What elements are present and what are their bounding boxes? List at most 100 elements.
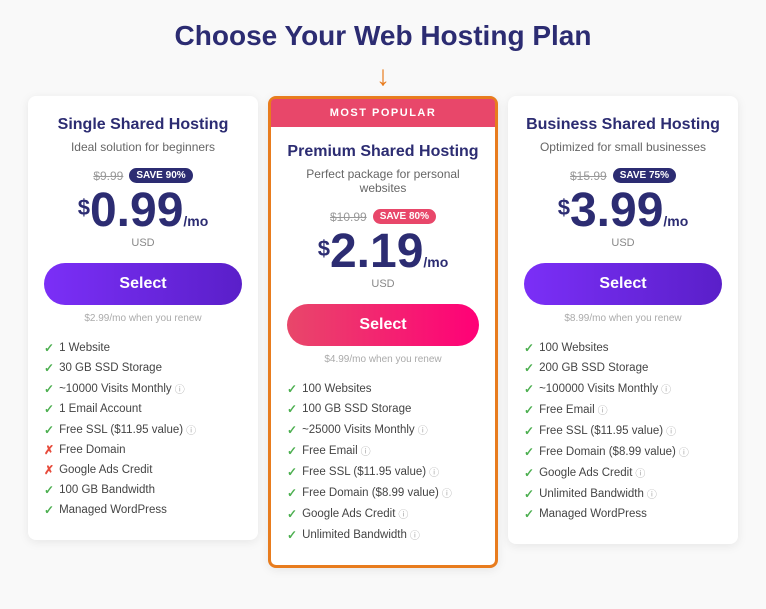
feature-item: ✓1 Website [44, 338, 242, 358]
plan-desc: Ideal solution for beginners [44, 140, 242, 154]
check-icon: ✓ [44, 503, 54, 517]
pricing-row: $15.99 SAVE 75% [524, 168, 722, 183]
feature-item: ✓100 GB SSD Storage [287, 399, 479, 419]
info-icon[interactable]: ⓘ [175, 381, 185, 396]
feature-item: ✓ Free Email ⓘ [524, 399, 722, 420]
plan-desc: Perfect package for personal websites [287, 167, 479, 195]
feature-text: ~10000 Visits Monthly ⓘ [59, 381, 185, 396]
feature-item: ✓ Google Ads Credit ⓘ [287, 503, 479, 524]
feature-item: ✓ Managed WordPress [44, 500, 242, 520]
feature-item: ✓Free SSL ($11.95 value) ⓘ [524, 420, 722, 441]
feature-item: ✓Unlimited Bandwidth ⓘ [287, 524, 479, 545]
arrow-down-icon: ↓ [376, 62, 390, 90]
feature-item: ✓100 GB Bandwidth [44, 480, 242, 500]
info-icon[interactable]: ⓘ [429, 464, 439, 479]
feature-text: 100 GB SSD Storage [302, 403, 411, 415]
features-list: ✓100 Websites✓100 GB SSD Storage✓~25000 … [287, 379, 479, 545]
info-icon[interactable]: ⓘ [398, 506, 408, 521]
check-icon: ✓ [524, 382, 534, 396]
save-badge: SAVE 75% [613, 168, 676, 183]
feature-text: ~100000 Visits Monthly ⓘ [539, 381, 671, 396]
feature-text: ~25000 Visits Monthly ⓘ [302, 422, 428, 437]
feature-item: ✓1 Email Account [44, 399, 242, 419]
check-icon: ✓ [524, 466, 534, 480]
cross-icon: ✗ [44, 443, 54, 457]
price-mo: /mo [663, 213, 688, 229]
check-icon: ✓ [524, 445, 534, 459]
arrow-indicator: ↓ [376, 62, 390, 90]
feature-item: ✓200 GB SSD Storage [524, 358, 722, 378]
info-icon[interactable]: ⓘ [410, 527, 420, 542]
feature-text: 30 GB SSD Storage [59, 362, 162, 374]
check-icon: ✓ [287, 486, 297, 500]
select-button-business[interactable]: Select [524, 263, 722, 305]
price-usd: USD [524, 237, 722, 249]
feature-text: 100 Websites [539, 342, 608, 354]
feature-item: ✓Free Domain ($8.99 value) ⓘ [287, 482, 479, 503]
price-number: 2.19 [330, 228, 423, 276]
select-button-premium[interactable]: Select [287, 304, 479, 346]
info-icon[interactable]: ⓘ [661, 381, 671, 396]
feature-item: ✓Free Email ⓘ [287, 440, 479, 461]
info-icon[interactable]: ⓘ [635, 465, 645, 480]
feature-text: 100 GB Bandwidth [59, 484, 155, 496]
info-icon[interactable]: ⓘ [442, 485, 452, 500]
feature-item: ✓100 Websites [287, 379, 479, 399]
check-icon: ✓ [44, 402, 54, 416]
check-icon: ✓ [287, 528, 297, 542]
info-icon[interactable]: ⓘ [598, 402, 608, 417]
feature-text: 1 Website [59, 342, 110, 354]
check-icon: ✓ [524, 403, 534, 417]
original-price: $9.99 [93, 169, 123, 183]
feature-item: ✓Free SSL ($11.95 value) ⓘ [287, 461, 479, 482]
save-badge: SAVE 80% [373, 209, 436, 224]
price-dollar: $ [78, 195, 90, 221]
price-usd: USD [287, 278, 479, 290]
price-mo: /mo [423, 254, 448, 270]
info-icon[interactable]: ⓘ [361, 443, 371, 458]
check-icon: ✓ [44, 382, 54, 396]
feature-text: Free Domain [59, 444, 125, 456]
page-title: Choose Your Web Hosting Plan [175, 20, 592, 52]
info-icon[interactable]: ⓘ [666, 423, 676, 438]
feature-text: Managed WordPress [59, 504, 167, 516]
plan-name: Premium Shared Hosting [287, 143, 479, 161]
price-main: $ 0.99 /mo [44, 187, 242, 235]
feature-item: ✗ Free Domain [44, 440, 242, 460]
feature-text: Google Ads Credit ⓘ [302, 506, 408, 521]
feature-item: ✓ ~100000 Visits Monthly ⓘ [524, 378, 722, 399]
feature-item: ✓ Free Domain ($8.99 value) ⓘ [524, 441, 722, 462]
feature-text: Free Email ⓘ [302, 443, 371, 458]
info-icon[interactable]: ⓘ [186, 422, 196, 437]
plan-name: Business Shared Hosting [524, 116, 722, 134]
check-icon: ✓ [44, 361, 54, 375]
check-icon: ✓ [287, 423, 297, 437]
check-icon: ✓ [524, 341, 534, 355]
check-icon: ✓ [287, 507, 297, 521]
original-price: $15.99 [570, 169, 607, 183]
info-icon[interactable]: ⓘ [418, 422, 428, 437]
plan-card-single: Single Shared Hosting Ideal solution for… [28, 96, 258, 540]
feature-item: ✓ ~25000 Visits Monthly ⓘ [287, 419, 479, 440]
check-icon: ✓ [44, 423, 54, 437]
info-icon[interactable]: ⓘ [647, 486, 657, 501]
select-button-single[interactable]: Select [44, 263, 242, 305]
feature-text: Free SSL ($11.95 value) ⓘ [302, 464, 439, 479]
price-number: 0.99 [90, 187, 183, 235]
check-icon: ✓ [524, 507, 534, 521]
original-price: $10.99 [330, 210, 367, 224]
feature-text: 200 GB SSD Storage [539, 362, 648, 374]
feature-text: Free Email ⓘ [539, 402, 608, 417]
price-main: $ 3.99 /mo [524, 187, 722, 235]
feature-text: Unlimited Bandwidth ⓘ [539, 486, 657, 501]
check-icon: ✓ [287, 382, 297, 396]
feature-text: Free SSL ($11.95 value) ⓘ [539, 423, 676, 438]
feature-item: ✓ Free SSL ($11.95 value) ⓘ [44, 419, 242, 440]
feature-item: ✗Google Ads Credit [44, 460, 242, 480]
pricing-row: $9.99 SAVE 90% [44, 168, 242, 183]
info-icon[interactable]: ⓘ [679, 444, 689, 459]
feature-item: ✓ 30 GB SSD Storage [44, 358, 242, 378]
feature-text: Free SSL ($11.95 value) ⓘ [59, 422, 196, 437]
renew-note: $8.99/mo when you renew [524, 313, 722, 324]
feature-text: Free Domain ($8.99 value) ⓘ [539, 444, 689, 459]
